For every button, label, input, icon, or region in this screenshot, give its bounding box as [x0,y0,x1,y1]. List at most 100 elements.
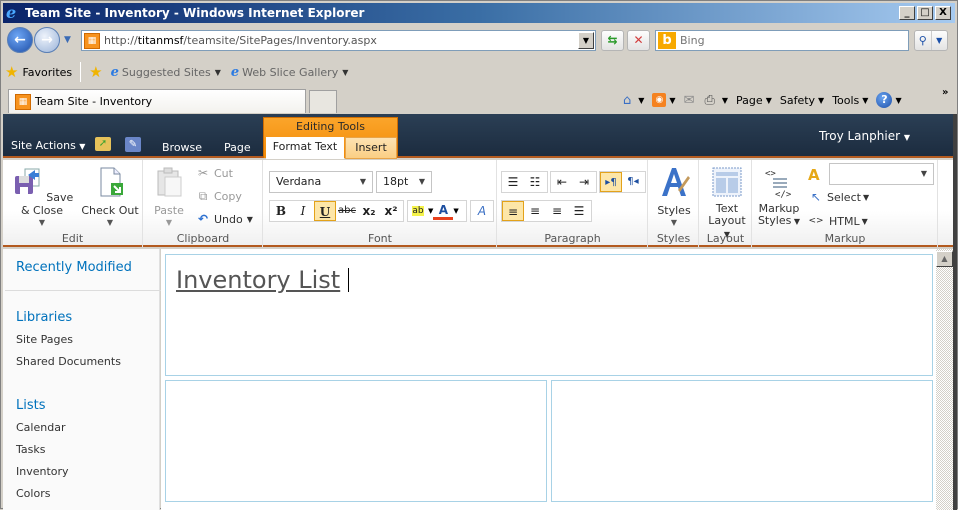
tab-browse[interactable]: Browse [162,141,202,154]
strikethrough-button[interactable]: abc [336,201,358,221]
recently-modified-link[interactable]: Recently Modified [16,260,132,275]
nav-item-site-pages[interactable]: Site Pages [16,333,73,346]
tab-insert[interactable]: Insert [345,137,397,159]
address-dropdown-button[interactable]: ▼ [578,32,594,49]
html-button[interactable]: <> HTML ▼ [807,214,867,228]
web-slice-gallery-link[interactable]: Web Slice Gallery [242,66,338,79]
nav-item-calendar[interactable]: Calendar [16,421,65,434]
decrease-indent-button[interactable]: ⇤ [551,172,573,192]
nav-item-colors[interactable]: Colors [16,487,50,500]
cut-button[interactable]: ✂ Cut [196,166,233,180]
scroll-up-button[interactable]: ▲ [936,251,953,267]
navigate-up-icon[interactable]: ➚ [95,137,111,151]
add-to-favorites-bar-icon[interactable]: ★ [89,63,102,81]
favorites-button[interactable]: Favorites [22,66,72,79]
new-tab-button[interactable] [309,90,337,113]
tools-menu-dropdown[interactable]: ▼ [862,96,868,105]
tab-page[interactable]: Page [224,141,251,154]
select-button[interactable]: ↖ Select ▼ [809,190,869,204]
copy-button[interactable]: ⧉ Copy [196,189,242,203]
lists-heading[interactable]: Lists [16,398,46,413]
text-layout-button[interactable]: Text Layout ▼ [704,166,750,240]
subscript-button[interactable]: x₂ [358,201,380,221]
rich-text-zone-right[interactable] [551,380,933,502]
nav-item-tasks[interactable]: Tasks [16,443,45,456]
toolbar-overflow-chevron[interactable]: » [942,87,948,98]
refresh-button[interactable]: ⇆ [601,30,624,51]
suggested-sites-link[interactable]: Suggested Sites [122,66,211,79]
left-to-right-button[interactable]: ▸¶ [600,172,622,192]
close-button[interactable]: X [935,6,951,20]
safety-menu[interactable]: Safety [780,94,815,107]
highlight-color-button[interactable]: ab [408,201,428,221]
user-menu[interactable]: Troy Lanphier ▼ [819,129,910,143]
bulleted-list-button[interactable]: ☰ [502,172,524,192]
search-options-dropdown[interactable]: ▼ [930,31,948,50]
language-select[interactable]: ▼ [829,163,934,185]
markup-styles-button[interactable]: <> </> Markup Styles ▼ [756,166,802,227]
increase-indent-button[interactable]: ⇥ [573,172,595,192]
minimize-button[interactable]: _ [899,6,915,20]
superscript-button[interactable]: x² [380,201,402,221]
safety-menu-dropdown[interactable]: ▼ [818,96,824,105]
stop-button[interactable]: ✕ [627,30,650,51]
web-slice-gallery-dropdown[interactable]: ▼ [342,68,348,77]
underline-button[interactable]: U [314,201,336,221]
help-icon[interactable]: ? [876,92,893,108]
page-heading[interactable]: Inventory List [176,266,350,294]
home-dropdown[interactable]: ▼ [638,96,644,105]
rss-feed-icon[interactable]: ◉ [652,93,667,107]
site-actions-menu[interactable]: Site Actions ▼ [11,139,85,152]
print-dropdown[interactable]: ▼ [722,96,728,105]
tab-format-text[interactable]: Format Text [266,137,344,159]
nav-item-shared-documents[interactable]: Shared Documents [16,355,121,368]
styles-button[interactable]: Styles ▼ [654,166,694,227]
align-left-button[interactable]: ≡ [502,201,524,221]
recent-pages-dropdown[interactable]: ▼ [64,35,71,45]
search-button[interactable]: ⚲ ▼ [914,30,948,51]
back-button[interactable]: ← [7,27,33,53]
page-menu[interactable]: Page [736,94,763,107]
page-menu-dropdown[interactable]: ▼ [766,96,772,105]
magnifier-icon[interactable]: ⚲ [915,31,931,50]
suggested-sites-dropdown[interactable]: ▼ [215,68,221,77]
undo-button[interactable]: ↶ Undo ▼ [196,212,253,226]
align-center-button[interactable]: ≡ [524,201,546,221]
edit-page-icon[interactable]: ✎ [125,137,141,152]
search-input[interactable] [680,34,880,47]
chevron-down-icon[interactable]: ▼ [453,207,458,215]
rich-text-zone-top[interactable]: Inventory List [165,254,933,376]
help-dropdown[interactable]: ▼ [895,96,901,105]
italic-button[interactable]: I [292,201,314,221]
nav-item-inventory[interactable]: Inventory [16,465,69,478]
mail-icon[interactable]: ✉ [684,93,695,108]
chevron-down-icon: ▼ [79,142,86,151]
font-size-select[interactable]: 18pt ▼ [376,171,432,193]
print-icon[interactable]: ⎙ [704,93,714,108]
group-label-markup: Markup [824,232,866,245]
align-right-button[interactable]: ≡ [546,201,568,221]
font-family-select[interactable]: Verdana ▼ [269,171,373,193]
check-out-button[interactable]: Check Out ▼ [81,166,139,227]
right-to-left-button[interactable]: ¶◂ [622,172,644,192]
address-url[interactable]: http://titanmsf/teamsite/SitePages/Inven… [104,34,578,47]
bold-button[interactable]: B [270,201,292,221]
maximize-button[interactable]: □ [917,6,933,20]
libraries-heading[interactable]: Libraries [16,310,72,325]
vertical-scrollbar[interactable]: ▲ [936,249,953,510]
window-controls: _ □ X [899,6,951,20]
font-color-button[interactable]: A [433,202,454,220]
rich-text-zone-left[interactable] [165,380,547,502]
justify-button[interactable]: ☰ [568,201,590,221]
numbered-list-button[interactable]: ☷ [524,172,546,192]
save-close-button[interactable]: Save & Close ▼ [9,166,75,227]
clear-format-button[interactable]: A [471,201,493,221]
forward-button[interactable]: → [34,27,60,53]
address-bar[interactable]: ▦ http://titanmsf/teamsite/SitePages/Inv… [81,30,596,51]
paste-button[interactable]: Paste ▼ [152,166,186,227]
browser-tab-active[interactable]: ▦ Team Site - Inventory [8,89,306,113]
feeds-dropdown[interactable]: ▼ [669,96,675,105]
search-box[interactable]: b [655,30,909,51]
home-icon[interactable]: ⌂ [623,93,631,108]
tools-menu[interactable]: Tools [832,94,859,107]
